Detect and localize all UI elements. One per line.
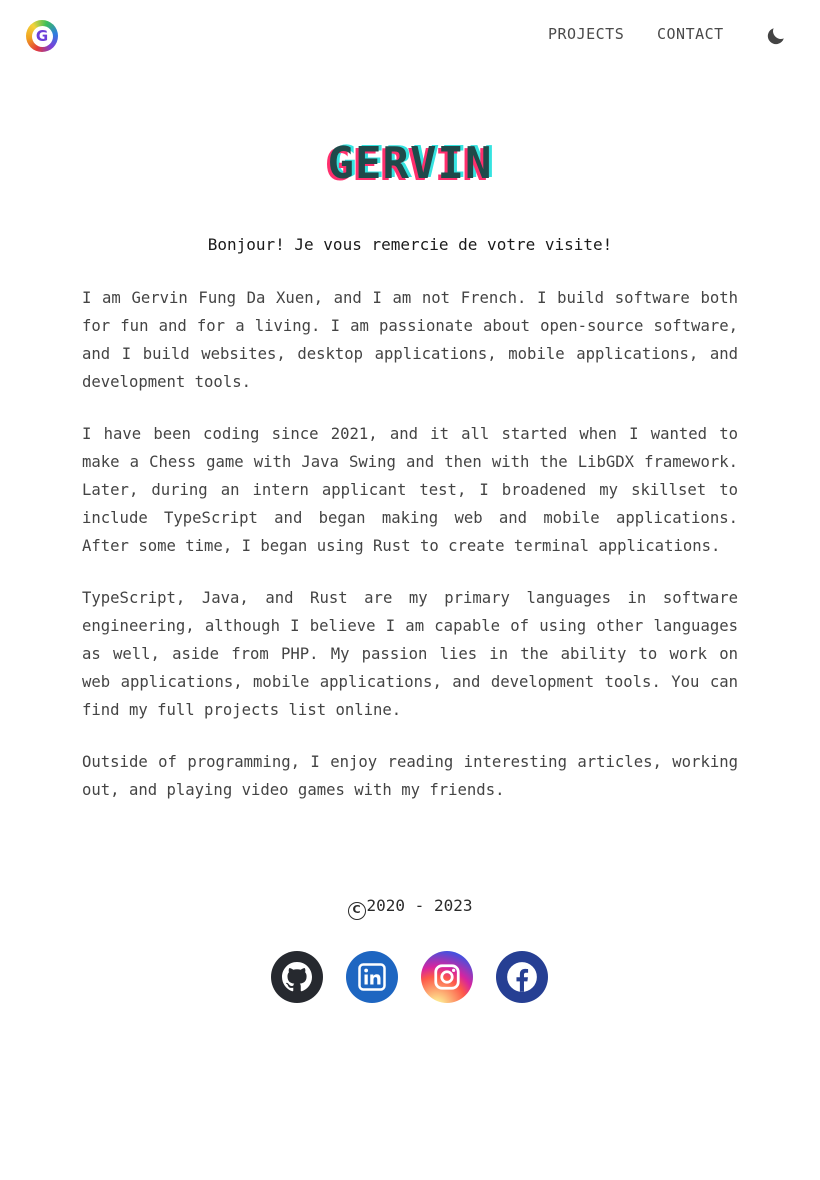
github-icon <box>282 962 312 992</box>
page-title: GERVIN <box>327 138 493 189</box>
instagram-link[interactable] <box>421 951 473 1003</box>
about-paragraph: Outside of programming, I enjoy reading … <box>82 753 738 799</box>
copyright-icon: C <box>347 902 366 920</box>
greeting-text: Bonjour! Je vous remercie de votre visit… <box>207 235 613 254</box>
linkedin-icon <box>358 963 386 991</box>
copyright-years: 2020 - 2023 <box>366 896 473 915</box>
nav-link-contact[interactable]: CONTACT <box>657 25 724 43</box>
about-section: I am Gervin Fung Da Xuen, and I am not F… <box>82 284 738 828</box>
facebook-link[interactable] <box>496 951 548 1003</box>
linkedin-link[interactable] <box>346 951 398 1003</box>
moon-icon <box>767 28 784 45</box>
about-paragraph: I am Gervin Fung Da Xuen, and I am not F… <box>82 289 738 391</box>
about-paragraph: I have been coding since 2021, and it al… <box>82 425 738 555</box>
site-logo[interactable]: G <box>26 20 58 52</box>
about-paragraph: TypeScript, Java, and Rust are my primar… <box>82 589 738 719</box>
nav-link-projects[interactable]: PROJECTS <box>548 25 624 43</box>
theme-toggle-button[interactable] <box>765 25 787 47</box>
instagram-icon <box>434 964 460 990</box>
logo-letter: G <box>31 25 53 47</box>
github-link[interactable] <box>271 951 323 1003</box>
copyright: C 2020 - 2023 <box>0 896 820 920</box>
facebook-icon <box>507 962 537 992</box>
social-links <box>271 951 549 1003</box>
top-nav: G PROJECTS CONTACT <box>0 0 820 72</box>
